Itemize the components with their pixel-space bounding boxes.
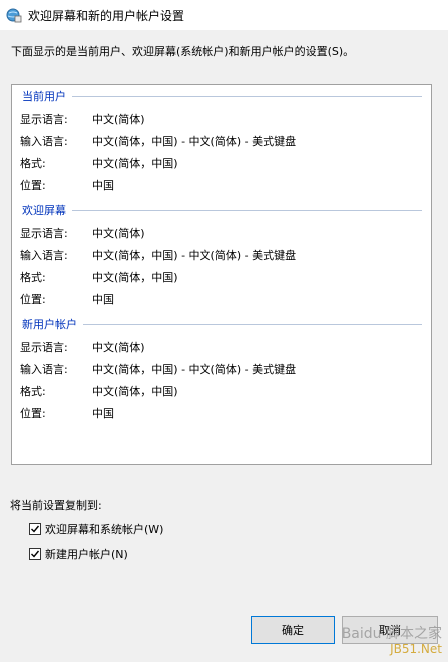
row-label: 输入语言: xyxy=(20,249,68,262)
row-label: 显示语言: xyxy=(20,113,68,126)
row-display-language: 显示语言: 中文(简体) xyxy=(20,225,145,241)
row-value: 中文(简体，中国) xyxy=(92,271,178,284)
checkbox-new-user-accounts[interactable]: 新建用户帐户(N) xyxy=(29,546,128,562)
row-value: 中文(简体，中国) xyxy=(92,385,178,398)
settings-summary-panel: 当前用户 显示语言: 中文(简体) 输入语言: 中文(简体，中国) - 中文(简… xyxy=(11,84,432,465)
row-display-language: 显示语言: 中文(简体) xyxy=(20,111,145,127)
globe-settings-icon xyxy=(6,7,22,23)
checkbox-welcome-system[interactable]: 欢迎屏幕和系统帐户(W) xyxy=(29,521,163,537)
row-format: 格式: 中文(简体，中国) xyxy=(20,269,178,285)
title-bar: 欢迎屏幕和新的用户帐户设置 xyxy=(0,0,448,30)
row-value: 中文(简体，中国) - 中文(简体) - 美式键盘 xyxy=(92,249,297,262)
watermark: Baidu 脚本之家 JB51.Net xyxy=(342,627,442,656)
row-location: 位置: 中国 xyxy=(20,405,114,421)
row-input-language: 输入语言: 中文(简体，中国) - 中文(简体) - 美式键盘 xyxy=(20,133,296,149)
checkbox-label[interactable]: 新建用户帐户(N) xyxy=(45,546,128,562)
section-divider xyxy=(72,95,422,97)
row-value: 中文(简体，中国) - 中文(简体) - 美式键盘 xyxy=(92,363,297,376)
row-value: 中国 xyxy=(92,179,114,192)
row-location: 位置: 中国 xyxy=(20,291,114,307)
section-heading: 欢迎屏幕 xyxy=(22,204,66,217)
section-welcome-screen: 欢迎屏幕 xyxy=(22,203,422,217)
section-heading: 当前用户 xyxy=(22,90,66,103)
row-label: 位置: xyxy=(20,293,46,306)
row-value: 中国 xyxy=(92,293,114,306)
section-heading: 新用户帐户 xyxy=(22,318,77,331)
row-label: 格式: xyxy=(20,157,46,170)
row-label: 格式: xyxy=(20,271,46,284)
row-value: 中国 xyxy=(92,407,114,420)
ok-button[interactable]: 确定 xyxy=(251,616,335,644)
row-value: 中文(简体，中国) xyxy=(92,157,178,170)
section-divider xyxy=(83,323,422,325)
intro-text: 下面显示的是当前用户、欢迎屏幕(系统帐户)和新用户帐户的设置(S)。 xyxy=(11,45,355,58)
row-display-language: 显示语言: 中文(简体) xyxy=(20,339,145,355)
watermark-line1: Baidu 脚本之家 xyxy=(341,626,442,643)
section-current-user: 当前用户 xyxy=(22,89,422,103)
row-label: 位置: xyxy=(20,407,46,420)
row-location: 位置: 中国 xyxy=(20,177,114,193)
checkbox-checked-icon[interactable] xyxy=(29,523,41,535)
row-value: 中文(简体) xyxy=(92,113,145,126)
row-label: 输入语言: xyxy=(20,363,68,376)
section-new-user-account: 新用户帐户 xyxy=(22,317,422,331)
watermark-line2: JB51.Net xyxy=(390,641,442,656)
checkbox-checked-icon[interactable] xyxy=(29,548,41,560)
row-label: 输入语言: xyxy=(20,135,68,148)
row-label: 格式: xyxy=(20,385,46,398)
row-label: 显示语言: xyxy=(20,341,68,354)
row-value: 中文(简体) xyxy=(92,227,145,240)
row-value: 中文(简体，中国) - 中文(简体) - 美式键盘 xyxy=(92,135,297,148)
row-value: 中文(简体) xyxy=(92,341,145,354)
row-format: 格式: 中文(简体，中国) xyxy=(20,155,178,171)
row-format: 格式: 中文(简体，中国) xyxy=(20,383,178,399)
copy-settings-label: 将当前设置复制到: xyxy=(10,499,102,512)
checkbox-label[interactable]: 欢迎屏幕和系统帐户(W) xyxy=(45,521,163,537)
row-input-language: 输入语言: 中文(简体，中国) - 中文(简体) - 美式键盘 xyxy=(20,361,296,377)
window-title: 欢迎屏幕和新的用户帐户设置 xyxy=(28,8,185,23)
row-label: 显示语言: xyxy=(20,227,68,240)
row-input-language: 输入语言: 中文(简体，中国) - 中文(简体) - 美式键盘 xyxy=(20,247,296,263)
section-divider xyxy=(72,209,422,211)
row-label: 位置: xyxy=(20,179,46,192)
